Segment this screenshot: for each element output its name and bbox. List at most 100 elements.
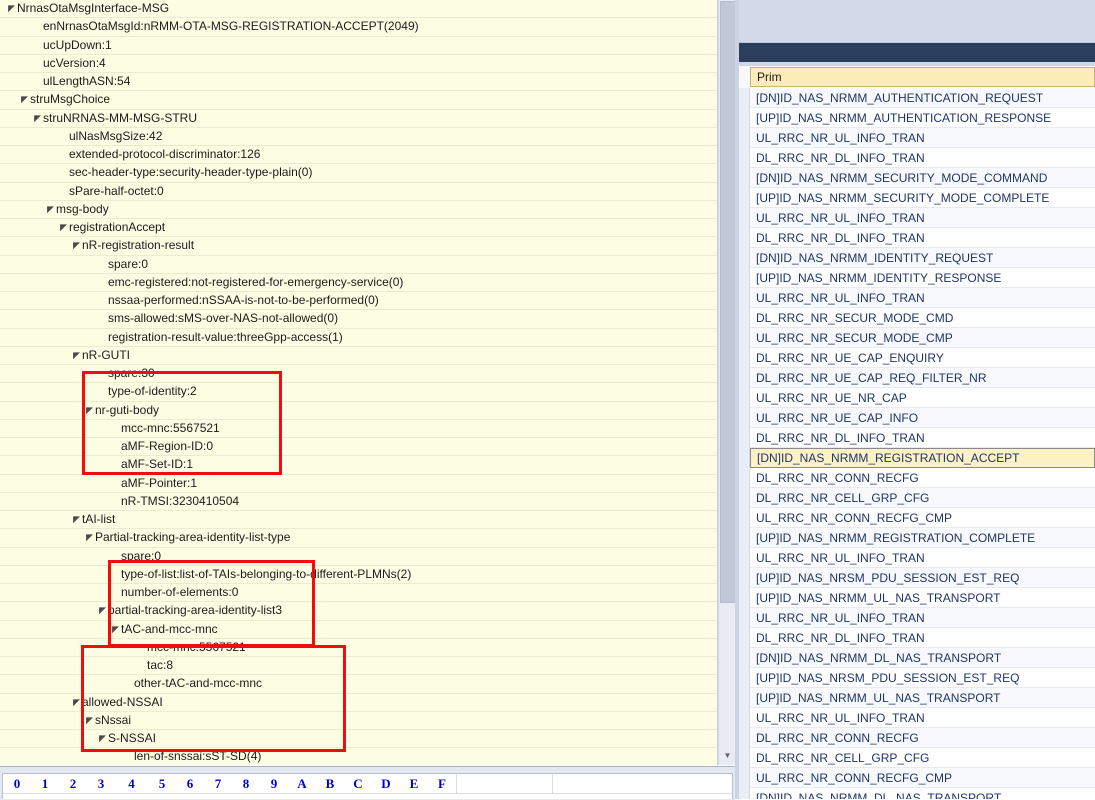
tree-expanded-twisty-icon[interactable]: ◢ xyxy=(45,201,56,218)
tree-row[interactable]: mcc-mnc:5567521 xyxy=(0,639,717,657)
tree-row[interactable]: ◢ struNRNAS-MM-MSG-STRU xyxy=(0,110,717,128)
protocol-message-tree-pane[interactable]: ◢ NrnasOtaMsgInterface-MSG enNrnasOtaMsgI… xyxy=(0,0,718,765)
tree-row[interactable]: ◢ NrnasOtaMsgInterface-MSG xyxy=(0,0,717,19)
tree-expanded-twisty-icon[interactable]: ◢ xyxy=(84,529,95,546)
tree-row[interactable]: registration-result-value:threeGpp-acces… xyxy=(0,329,717,347)
tree-row[interactable]: ◢ nr-guti-body xyxy=(0,402,717,420)
message-list-item[interactable]: UL_RRC_NR_UE_CAP_INFO xyxy=(750,408,1095,428)
tree-row[interactable]: spare:30 xyxy=(0,365,717,384)
message-list-item[interactable]: [UP]ID_NAS_NRMM_IDENTITY_RESPONSE xyxy=(750,268,1095,288)
message-list-item[interactable]: DL_RRC_NR_DL_INFO_TRAN xyxy=(750,428,1095,448)
message-log-pane[interactable]: Prim [DN]ID_NAS_NRMM_AUTHENTICATION_REQU… xyxy=(739,0,1095,799)
tree-row[interactable]: ◢ nR-registration-result xyxy=(0,237,717,256)
tree-row[interactable]: ◢ allowed-NSSAI xyxy=(0,694,717,712)
tree-row[interactable]: aMF-Pointer:1 xyxy=(0,475,717,493)
message-list-item[interactable]: DL_RRC_NR_CELL_GRP_CFG xyxy=(750,488,1095,508)
tree-row[interactable]: ◢ partial-tracking-area-identity-list3 xyxy=(0,602,717,621)
tree-row[interactable]: ◢ msg-body xyxy=(0,201,717,219)
message-list-item[interactable]: [DN]ID_NAS_NRMM_AUTHENTICATION_REQUEST xyxy=(750,88,1095,108)
message-list[interactable]: [DN]ID_NAS_NRMM_AUTHENTICATION_REQUEST [U… xyxy=(750,88,1095,799)
tree-expanded-twisty-icon[interactable]: ◢ xyxy=(19,91,30,108)
tree-row[interactable]: sms-allowed:sMS-over-NAS-not-allowed(0) xyxy=(0,310,717,329)
tree-row[interactable]: mcc-mnc:5567521 xyxy=(0,420,717,438)
message-log-toolbar[interactable] xyxy=(739,0,1095,43)
message-list-item-selected[interactable]: [DN]ID_NAS_NRMM_REGISTRATION_ACCEPT xyxy=(750,448,1095,468)
tree-expanded-twisty-icon[interactable]: ◢ xyxy=(97,602,108,619)
tree-row[interactable]: sec-header-type:security-header-type-pla… xyxy=(0,164,717,183)
tree-expanded-twisty-icon[interactable]: ◢ xyxy=(6,0,17,17)
message-list-item[interactable]: DL_RRC_NR_DL_INFO_TRAN xyxy=(750,228,1095,248)
message-list-item[interactable]: [DN]ID_NAS_NRMM_DL_NAS_TRANSPORT xyxy=(750,648,1095,668)
message-list-item[interactable]: UL_RRC_NR_SECUR_MODE_CMP xyxy=(750,328,1095,348)
tree-expanded-twisty-icon[interactable]: ◢ xyxy=(32,110,43,127)
tree-expanded-twisty-icon[interactable]: ◢ xyxy=(58,219,69,236)
tree-expanded-twisty-icon[interactable]: ◢ xyxy=(84,712,95,729)
tree-row[interactable]: aMF-Region-ID:0 xyxy=(0,438,717,457)
hex-dump-grid[interactable]: 0 1 2 3 4 5 6 7 8 9 A B C D E F xyxy=(2,773,733,799)
message-list-item[interactable]: UL_RRC_NR_UL_INFO_TRAN xyxy=(750,708,1095,728)
tree-expanded-twisty-icon[interactable]: ◢ xyxy=(110,621,121,638)
tree-expanded-twisty-icon[interactable]: ◢ xyxy=(71,694,82,711)
tree-row[interactable]: aMF-Set-ID:1 xyxy=(0,456,717,475)
tree-expanded-twisty-icon[interactable]: ◢ xyxy=(71,511,82,528)
tree-row[interactable]: nssaa-performed:nSSAA-is-not-to-be-perfo… xyxy=(0,292,717,311)
message-list-item[interactable]: [UP]ID_NAS_NRMM_AUTHENTICATION_RESPONSE xyxy=(750,108,1095,128)
tree-row[interactable]: ulLengthASN:54 xyxy=(0,73,717,92)
tree-row[interactable]: ◢ nR-GUTI xyxy=(0,347,717,365)
tree-row[interactable]: ucVersion:4 xyxy=(0,55,717,73)
message-list-item[interactable]: UL_RRC_NR_UL_INFO_TRAN xyxy=(750,288,1095,308)
scroll-down-arrow-icon[interactable]: ▼ xyxy=(719,748,736,765)
message-list-item[interactable]: UL_RRC_NR_UL_INFO_TRAN xyxy=(750,548,1095,568)
column-header-prim[interactable]: Prim xyxy=(750,67,1095,87)
tree-expanded-twisty-icon[interactable]: ◢ xyxy=(84,402,95,419)
tree-row[interactable]: extended-protocol-discriminator:126 xyxy=(0,146,717,165)
tree-expanded-twisty-icon[interactable]: ◢ xyxy=(97,730,108,747)
message-list-item[interactable]: [UP]ID_NAS_NRMM_UL_NAS_TRANSPORT xyxy=(750,688,1095,708)
message-list-item[interactable]: UL_RRC_NR_CONN_RECFG_CMP xyxy=(750,768,1095,788)
tree-row[interactable]: nR-TMSI:3230410504 xyxy=(0,493,717,511)
message-list-item[interactable]: [UP]ID_NAS_NRSM_PDU_SESSION_EST_REQ xyxy=(750,668,1095,688)
message-list-item[interactable]: DL_RRC_NR_CONN_RECFG xyxy=(750,468,1095,488)
tree-row[interactable]: ucUpDown:1 xyxy=(0,37,717,55)
message-list-item[interactable]: UL_RRC_NR_UE_NR_CAP xyxy=(750,388,1095,408)
tree-row[interactable]: type-of-identity:2 xyxy=(0,383,717,402)
message-list-item[interactable]: [UP]ID_NAS_NRMM_REGISTRATION_COMPLETE xyxy=(750,528,1095,548)
tree-row[interactable]: emc-registered:not-registered-for-emerge… xyxy=(0,274,717,292)
tree-expanded-twisty-icon[interactable]: ◢ xyxy=(71,237,82,254)
tree-expanded-twisty-icon[interactable]: ◢ xyxy=(71,347,82,364)
hex-dump-pane[interactable]: 0 1 2 3 4 5 6 7 8 9 A B C D E F xyxy=(0,766,735,800)
message-list-item[interactable]: [DN]ID_NAS_NRMM_DL_NAS_TRANSPORT xyxy=(750,788,1095,799)
tree-row[interactable]: other-tAC-and-mcc-mnc xyxy=(0,675,717,694)
message-list-item[interactable]: UL_RRC_NR_UL_INFO_TRAN xyxy=(750,208,1095,228)
message-list-item[interactable]: DL_RRC_NR_UE_CAP_REQ_FILTER_NR xyxy=(750,368,1095,388)
message-list-item[interactable]: [UP]ID_NAS_NRMM_UL_NAS_TRANSPORT xyxy=(750,588,1095,608)
message-list-item[interactable]: [UP]ID_NAS_NRSM_PDU_SESSION_EST_REQ xyxy=(750,568,1095,588)
tree-row[interactable]: spare:0 xyxy=(0,548,717,566)
message-list-item[interactable]: UL_RRC_NR_CONN_RECFG_CMP xyxy=(750,508,1095,528)
tree-row[interactable]: spare:0 xyxy=(0,256,717,274)
message-list-item[interactable]: UL_RRC_NR_UL_INFO_TRAN xyxy=(750,128,1095,148)
tree-row[interactable]: ◢ tAC-and-mcc-mnc xyxy=(0,621,717,639)
tree-row[interactable]: ulNasMsgSize:42 xyxy=(0,128,717,146)
message-list-item[interactable]: [DN]ID_NAS_NRMM_IDENTITY_REQUEST xyxy=(750,248,1095,268)
tree-row[interactable]: sPare-half-octet:0 xyxy=(0,183,717,201)
message-list-item[interactable]: DL_RRC_NR_DL_INFO_TRAN xyxy=(750,628,1095,648)
tree-row[interactable]: tac:8 xyxy=(0,657,717,676)
tree-row[interactable]: len-of-snssai:sST-SD(4) xyxy=(0,748,717,765)
message-list-item[interactable]: UL_RRC_NR_UL_INFO_TRAN xyxy=(750,608,1095,628)
message-list-item[interactable]: [UP]ID_NAS_NRMM_SECURITY_MODE_COMPLETE xyxy=(750,188,1095,208)
tree-row[interactable]: ◢ S-NSSAI xyxy=(0,730,717,749)
tree-scrollbar-thumb[interactable] xyxy=(720,1,736,603)
tree-row[interactable]: type-of-list:list-of-TAIs-belonging-to-d… xyxy=(0,566,717,584)
tree-row[interactable]: ◢ sNssai xyxy=(0,712,717,730)
tree-row[interactable]: ◢ tAI-list xyxy=(0,511,717,530)
tree-row[interactable]: number-of-elements:0 xyxy=(0,584,717,603)
tree-row[interactable]: ◢ Partial-tracking-area-identity-list-typ… xyxy=(0,529,717,548)
message-list-item[interactable]: DL_RRC_NR_CELL_GRP_CFG xyxy=(750,748,1095,768)
tree-row[interactable]: enNrnasOtaMsgId:nRMM-OTA-MSG-REGISTRATIO… xyxy=(0,18,717,37)
message-list-item[interactable]: DL_RRC_NR_DL_INFO_TRAN xyxy=(750,148,1095,168)
tree-row[interactable]: ◢ registrationAccept xyxy=(0,219,717,238)
message-list-item[interactable]: DL_RRC_NR_UE_CAP_ENQUIRY xyxy=(750,348,1095,368)
message-list-item[interactable]: DL_RRC_NR_CONN_RECFG xyxy=(750,728,1095,748)
message-list-item[interactable]: DL_RRC_NR_SECUR_MODE_CMD xyxy=(750,308,1095,328)
